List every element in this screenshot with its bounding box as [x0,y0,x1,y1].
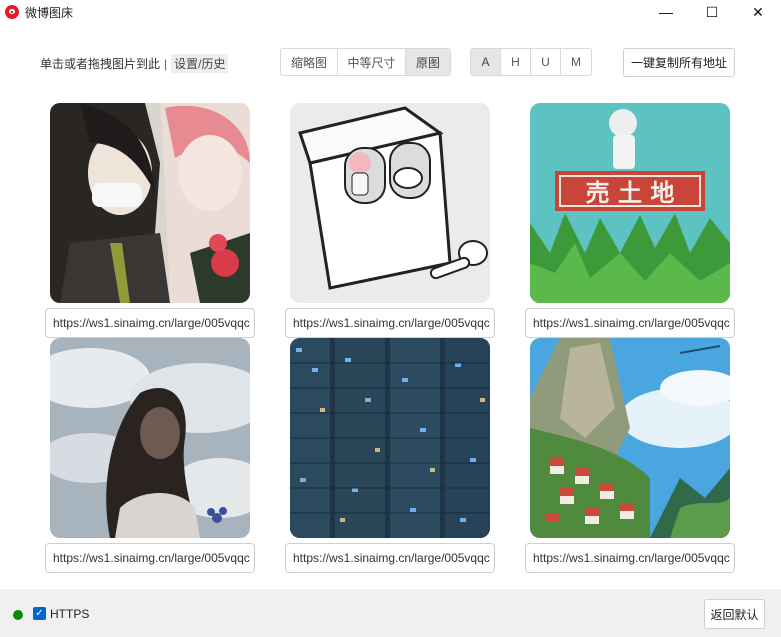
size-option-original[interactable]: 原图 [406,49,450,75]
anime-girls-image[interactable] [50,103,250,303]
weibo-logo-icon [5,5,19,19]
silhouette-clouds-image[interactable] [50,338,250,538]
sign-girl-image[interactable]: 売 土 地 [530,103,730,303]
https-label[interactable]: HTTPS [50,607,89,621]
image-url-field-1[interactable]: https://ws1.sinaimg.cn/large/005vqqc [45,308,255,338]
size-selector: 缩略图 中等尺寸 原图 [280,48,451,76]
image-url-field-5[interactable]: https://ws1.sinaimg.cn/large/005vqqc [285,543,495,573]
size-option-thumbnail[interactable]: 缩略图 [281,49,338,75]
window-controls: — ☐ ✕ [643,0,781,24]
drop-hint-text[interactable]: 单击或者拖拽图片到此 [40,55,160,72]
connection-status-icon [13,610,23,620]
sign-text: 売 土 地 [586,179,675,207]
close-button[interactable]: ✕ [735,0,781,24]
window-title: 微博图床 [25,5,74,20]
https-checkbox[interactable]: ✓ [33,607,46,620]
format-selector: A H U M [470,48,592,76]
format-option-u[interactable]: U [531,49,561,75]
bottom-bar [0,589,781,637]
format-option-h[interactable]: H [501,49,531,75]
format-option-m[interactable]: M [561,49,591,75]
reset-default-button[interactable]: 返回默认 [704,599,765,629]
image-url-field-6[interactable]: https://ws1.sinaimg.cn/large/005vqqc [525,543,735,573]
image-url-field-4[interactable]: https://ws1.sinaimg.cn/large/005vqqc [45,543,255,573]
hillside-village-image[interactable] [530,338,730,538]
hint-separator: | [164,56,168,71]
city-tower-image[interactable] [290,338,490,538]
settings-history-link[interactable]: 设置/历史 [171,54,229,73]
maximize-button[interactable]: ☐ [689,0,735,24]
minimize-button[interactable]: — [643,0,689,24]
drop-hint: 单击或者拖拽图片到此 | 设置/历史 [40,54,229,73]
size-option-medium[interactable]: 中等尺寸 [338,49,406,75]
title-bar: 微博图床 — ☐ ✕ [0,0,781,24]
copy-all-button[interactable]: 一键复制所有地址 [623,48,735,77]
image-url-field-2[interactable]: https://ws1.sinaimg.cn/large/005vqqc [285,308,495,338]
image-url-field-3[interactable]: https://ws1.sinaimg.cn/large/005vqqc [525,308,735,338]
earbuds-case-image[interactable] [290,103,490,303]
format-option-a[interactable]: A [471,49,501,75]
